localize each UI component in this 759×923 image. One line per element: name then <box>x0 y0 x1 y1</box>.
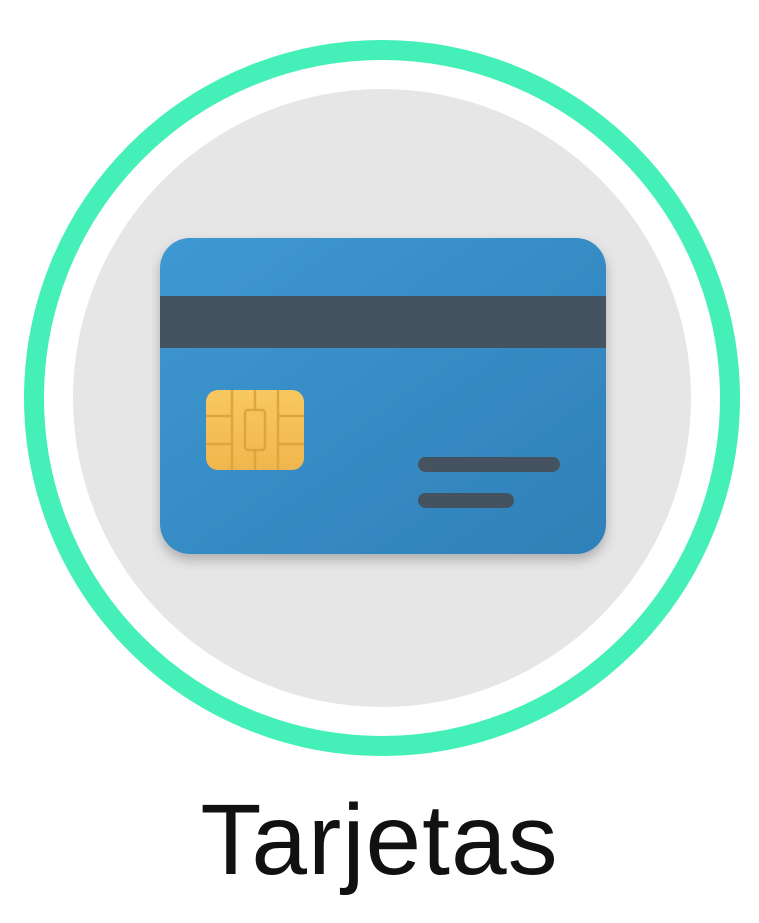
tile-label: Tarjetas <box>200 784 559 896</box>
card-line-short <box>418 493 514 508</box>
card-line-long <box>418 457 560 472</box>
credit-card-icon <box>160 238 606 554</box>
magnetic-stripe <box>160 296 606 348</box>
chip-icon <box>206 390 304 470</box>
tarjetas-tile[interactable]: Tarjetas <box>0 0 759 923</box>
